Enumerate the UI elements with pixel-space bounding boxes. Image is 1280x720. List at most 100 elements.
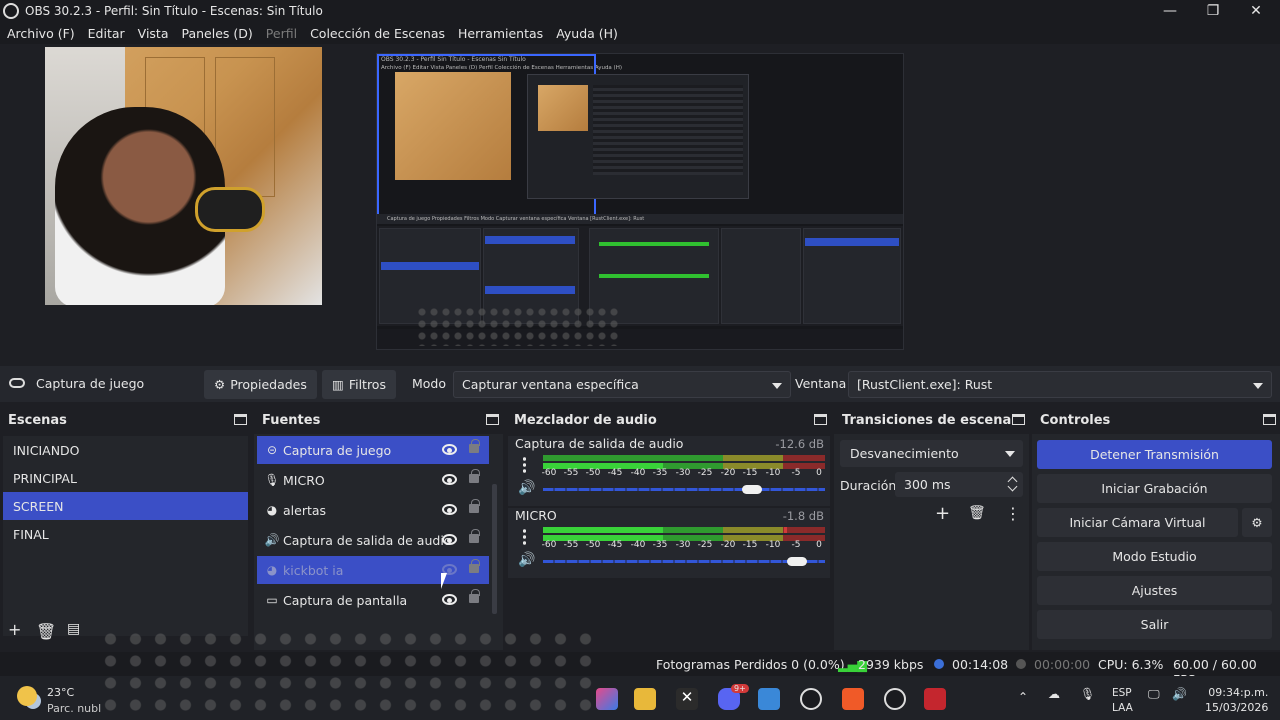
lock-icon[interactable] — [469, 469, 480, 483]
window-title: OBS 30.2.3 - Perfil: Sin Título - Escena… — [25, 4, 323, 18]
studio-mode-button[interactable]: Modo Estudio — [1037, 542, 1272, 571]
transition-select[interactable]: Desvanecimiento — [840, 440, 1023, 467]
volume-slider-handle[interactable] — [741, 485, 762, 494]
virtual-camera-settings-button[interactable]: ⚙ — [1242, 508, 1272, 537]
menu-file[interactable]: Archivo (F) — [7, 26, 75, 41]
channel-name: Captura de salida de audio — [515, 436, 684, 451]
eye-icon[interactable] — [442, 534, 457, 545]
transitions-title: Transiciones de escena — [842, 412, 1012, 428]
source-item[interactable]: ▭ Captura de pantalla — [257, 586, 489, 614]
speaker-icon[interactable]: 🔊 — [518, 552, 535, 568]
lock-icon[interactable] — [469, 589, 480, 603]
scene-item-principal[interactable]: PRINCIPAL — [3, 464, 248, 492]
undock-icon[interactable] — [486, 414, 499, 425]
stream-status-icon — [934, 659, 944, 669]
undock-icon[interactable] — [234, 414, 247, 425]
start-recording-button[interactable]: Iniciar Grabación — [1037, 474, 1272, 503]
volume-slider-handle[interactable] — [786, 557, 807, 566]
menu-edit[interactable]: Editar — [88, 26, 125, 41]
volume-slider[interactable] — [543, 488, 825, 491]
menu-view[interactable]: Vista — [138, 26, 169, 41]
chevron-down-icon — [1253, 383, 1263, 389]
chevron-down-icon[interactable] — [1007, 481, 1018, 492]
brave-icon[interactable] — [842, 688, 864, 710]
source-label: kickbot ia — [283, 562, 344, 578]
stop-streaming-button[interactable]: Detener Transmisión — [1037, 440, 1272, 469]
window-select[interactable]: [RustClient.exe]: Rust — [848, 371, 1272, 398]
source-item[interactable]: ⊝ Captura de juego — [257, 436, 489, 464]
filters-button[interactable]: ▥ Filtros — [322, 370, 396, 399]
mode-select[interactable]: Capturar ventana específica — [453, 371, 791, 398]
webcam-feed — [45, 47, 322, 305]
trash-icon[interactable]: 🗑 — [36, 622, 56, 641]
weather-icon[interactable] — [17, 686, 37, 706]
source-label: Captura de salida de audio — [283, 532, 452, 548]
rust-icon[interactable] — [924, 688, 946, 710]
duration-input[interactable]: 300 ms — [895, 472, 1023, 497]
channel-menu-icon[interactable] — [523, 456, 526, 473]
maximize-button[interactable]: ❐ — [1191, 0, 1235, 22]
channel-menu-icon[interactable] — [523, 528, 526, 545]
microphone-icon[interactable]: 🎙 — [1080, 687, 1095, 701]
chevron-up-icon[interactable]: ⌃ — [1018, 690, 1028, 704]
lock-icon[interactable] — [469, 529, 480, 543]
clock[interactable]: 09:34:p.m. 15/03/2026 — [1205, 685, 1268, 715]
close-button[interactable]: ✕ — [1234, 0, 1278, 22]
menu-help[interactable]: Ayuda (H) — [556, 26, 618, 41]
add-scene-icon[interactable]: + — [8, 620, 21, 639]
minimize-button[interactable]: — — [1148, 0, 1192, 22]
speaker-icon[interactable]: 🔊 — [518, 480, 535, 496]
eye-icon[interactable] — [442, 504, 457, 515]
preview-canvas[interactable]: OBS 30.2.3 - Perfil Sin Título - Escenas… — [0, 44, 1280, 362]
volume-meter — [543, 455, 825, 461]
settings-button[interactable]: Ajustes — [1037, 576, 1272, 605]
eye-icon[interactable] — [442, 474, 457, 485]
exit-button[interactable]: Salir — [1037, 610, 1272, 639]
lock-icon[interactable] — [469, 559, 480, 573]
mixer-title: Mezclador de audio — [514, 412, 657, 428]
properties-button[interactable]: ⚙ Propiedades — [204, 370, 317, 399]
undock-icon[interactable] — [1012, 414, 1025, 425]
properties-label: Propiedades — [230, 377, 307, 392]
eye-icon[interactable] — [442, 594, 457, 605]
menu-profile[interactable]: Perfil — [266, 26, 297, 41]
menu-docks[interactable]: Paneles (D) — [182, 26, 253, 41]
volume-icon[interactable]: 🔊 — [1172, 687, 1187, 701]
scene-item-screen[interactable]: SCREEN — [3, 492, 248, 520]
scene-item-final[interactable]: FINAL — [3, 520, 248, 548]
folder-icon[interactable] — [634, 688, 656, 710]
more-options-icon[interactable]: ⋮ — [1005, 504, 1021, 523]
obs-taskbar-icon-2[interactable] — [884, 688, 906, 710]
network-icon[interactable]: 🖵 — [1148, 687, 1160, 702]
source-item[interactable]: ◕ kickbot ia — [257, 556, 489, 584]
capcut-icon[interactable]: ✕ — [676, 688, 698, 710]
undock-icon[interactable] — [814, 414, 827, 425]
source-item[interactable]: 🎙 MICRO — [257, 466, 489, 494]
source-item[interactable]: ◕ alertas — [257, 496, 489, 524]
mode-label: Modo — [412, 376, 447, 391]
source-item[interactable]: 🔊 Captura de salida de audio — [257, 526, 489, 554]
language-line-1: ESP — [1112, 687, 1132, 699]
undock-icon[interactable] — [1263, 414, 1276, 425]
menu-tools[interactable]: Herramientas — [458, 26, 543, 41]
globe-icon: ◕ — [266, 563, 278, 577]
language-indicator[interactable]: ESP LAA — [1112, 686, 1133, 716]
sources-scrollbar[interactable] — [492, 484, 497, 614]
duration-label: Duración — [840, 478, 897, 493]
eye-icon[interactable] — [442, 444, 457, 455]
add-transition-icon[interactable]: + — [935, 503, 950, 524]
photos-icon[interactable] — [758, 688, 780, 710]
menu-scene-collection[interactable]: Colección de Escenas — [310, 26, 445, 41]
title-bar: OBS 30.2.3 - Perfil: Sin Título - Escena… — [0, 0, 1280, 22]
scene-filter-icon[interactable]: ▤ — [67, 621, 80, 637]
lock-icon[interactable] — [469, 499, 480, 513]
lock-icon[interactable] — [469, 439, 480, 453]
scene-item-iniciando[interactable]: INICIANDO — [3, 436, 248, 464]
trash-icon[interactable]: 🗑 — [968, 505, 986, 521]
obs-taskbar-icon[interactable] — [800, 688, 822, 710]
start-virtual-camera-button[interactable]: Iniciar Cámara Virtual — [1037, 508, 1238, 537]
office-icon[interactable] — [596, 688, 618, 710]
volume-slider[interactable] — [543, 560, 825, 563]
cloud-icon[interactable]: ☁ — [1048, 687, 1060, 701]
weather-text: Parc. nubl — [47, 702, 102, 715]
